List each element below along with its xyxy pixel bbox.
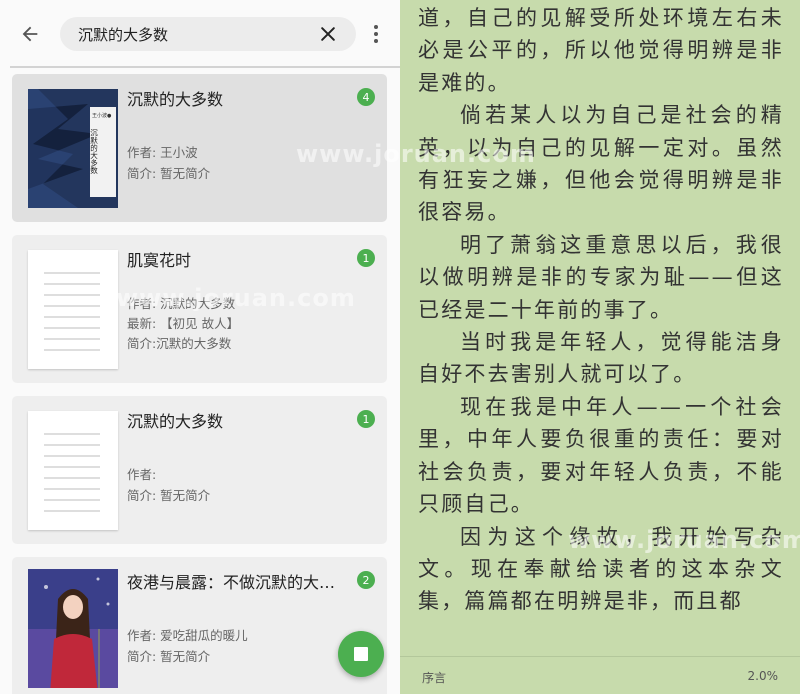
search-box [60, 17, 356, 51]
watermark: www.joruan.com [296, 140, 400, 168]
placeholder-lines [44, 433, 100, 521]
back-button[interactable] [14, 18, 46, 50]
search-toolbar [0, 0, 400, 68]
reader-panel[interactable]: 道，自己的见解受所处环境左右未必是公平的，所以他觉得明辨是非是难的。 倘若某人以… [400, 0, 800, 694]
book-title: 肌寞花时 [127, 251, 192, 270]
book-cover-placeholder [28, 250, 118, 369]
search-result-item[interactable]: 夜港与晨露：不做沉默的大多数 作者: 爱吃甜瓜的暖儿 简介: 暂无简介 2 [12, 557, 387, 694]
search-result-item[interactable]: 沉默的大多数 作者: 简介: 暂无简介 1 [12, 396, 387, 544]
book-latest-chapter: 最新: 【初见 故人】 [127, 316, 240, 331]
search-input[interactable] [78, 17, 298, 51]
watermark: www.joruan.com [568, 526, 800, 554]
book-author: 作者: [127, 467, 157, 482]
cover-title-text: 沉默的大多数 [89, 129, 98, 176]
arrow-left-icon [22, 26, 38, 42]
reader-paragraph: 当时我是年轻人，觉得能洁身自好不去害别人就可以了。 [418, 330, 784, 387]
source-count-badge: 1 [357, 410, 375, 428]
book-cover-image: 王小波● 沉默的大多数 [28, 89, 118, 208]
source-count-badge: 1 [357, 249, 375, 267]
reader-paragraph: 现在我是中年人——一个社会里，中年人要负很重的责任：要对社会负责，要对年轻人负责… [418, 394, 784, 517]
search-results-panel: 王小波● 沉默的大多数 沉默的大多数 作者: 王小波 简介: 暂无简介 4 肌寞… [0, 0, 400, 694]
book-cover [28, 569, 118, 688]
stop-icon [354, 647, 368, 661]
chapter-title: 序言 [422, 671, 447, 685]
source-count-badge: 4 [357, 88, 375, 106]
more-vert-icon [374, 25, 378, 29]
book-title: 夜港与晨露：不做沉默的大多数 [127, 573, 347, 592]
book-intro: 简介: 暂无简介 [127, 649, 211, 664]
cover-author-text: 王小波● [92, 112, 112, 119]
reader-paragraph: 道，自己的见解受所处环境左右未必是公平的，所以他觉得明辨是非是难的。 [418, 6, 784, 95]
source-count-badge: 2 [357, 571, 375, 589]
placeholder-lines [44, 272, 100, 360]
book-cover-image [28, 569, 118, 688]
book-title: 沉默的大多数 [127, 90, 224, 109]
more-options-button[interactable] [364, 20, 388, 48]
watermark: www.joruan.com [116, 284, 356, 312]
book-intro: 简介: 暂无简介 [127, 166, 211, 181]
close-icon[interactable] [318, 24, 338, 44]
watermark: www.joruan.com [400, 140, 536, 168]
reader-paragraph: 明了萧翁这重意思以后，我很以做明辨是非的专家为耻——但这已经是二十年前的事了。 [418, 232, 784, 322]
toolbar-divider [10, 66, 400, 68]
book-author: 作者: 爱吃甜瓜的暖儿 [127, 628, 248, 643]
reader-status-bar: 序言 2.0% [400, 656, 800, 694]
book-cover-placeholder [28, 411, 118, 530]
reading-progress: 2.0% [747, 669, 779, 683]
stop-search-button[interactable] [338, 631, 384, 677]
book-intro: 简介: 暂无简介 [127, 488, 211, 503]
book-author: 作者: 王小波 [127, 145, 198, 160]
book-intro: 简介:沉默的大多数 [127, 336, 232, 351]
book-cover: 王小波● 沉默的大多数 [28, 89, 118, 208]
book-title: 沉默的大多数 [127, 412, 224, 431]
